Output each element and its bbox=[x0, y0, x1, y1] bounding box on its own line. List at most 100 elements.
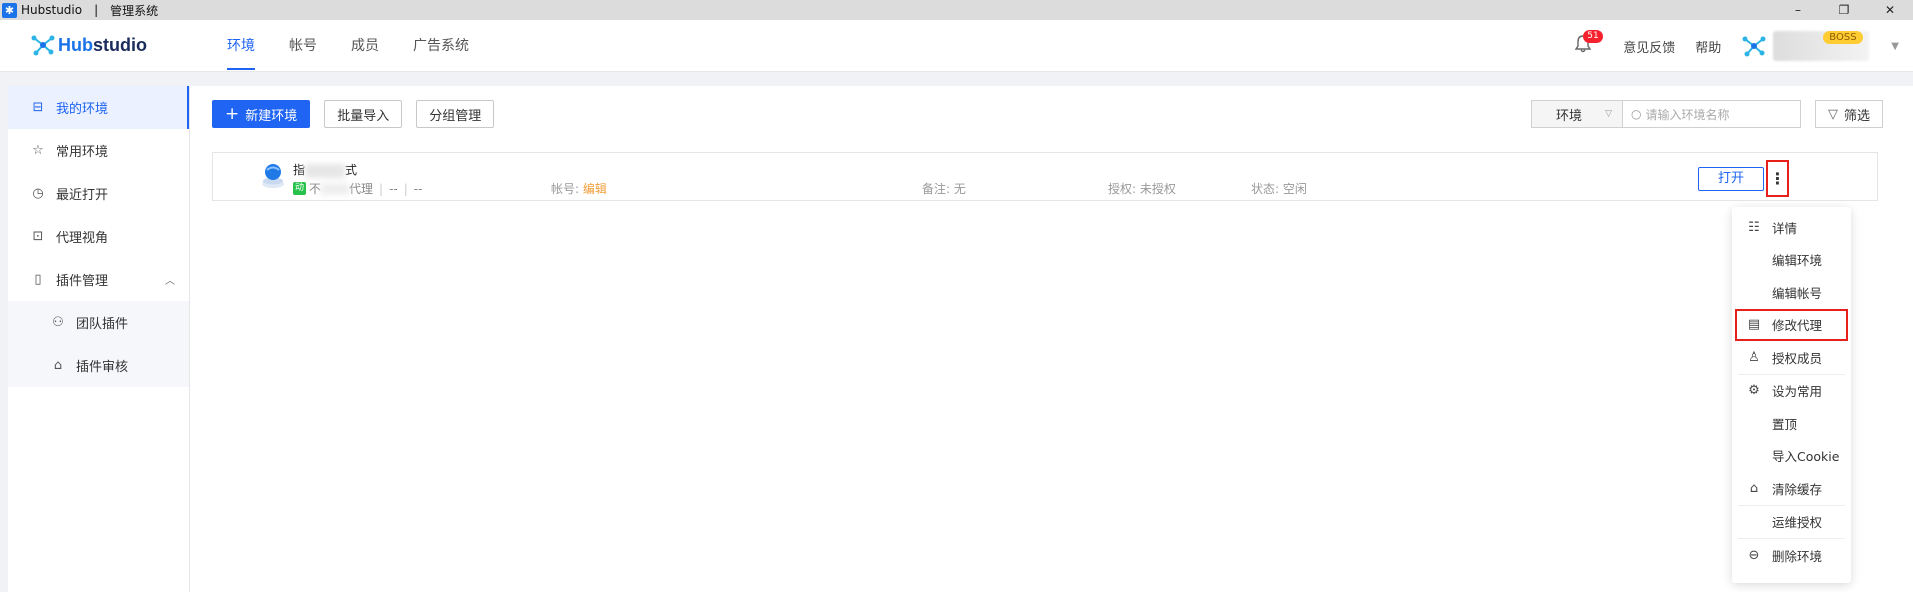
plugin-icon: ▯ bbox=[34, 272, 42, 287]
sidebar: ⊟ 我的环境 ☆ 常用环境 ◷ 最近打开 ⊡ 代理视角 ▯ 插件管理 ︿ ⚇ 团… bbox=[8, 86, 189, 592]
env-proxy-info: 动 不 代理 | -- | -- bbox=[293, 180, 422, 197]
menu-item-label: 编辑帐号 bbox=[1772, 285, 1823, 301]
env-name-prefix: 指 bbox=[293, 163, 306, 177]
env-list-row[interactable]: 指式 动 不 代理 | -- | -- 帐号: 编辑 备注: 无 授权: 未授权… bbox=[212, 152, 1878, 201]
menu-item-ops-auth[interactable]: 运维授权 bbox=[1732, 506, 1851, 539]
window-app-name: Hubstudio bbox=[21, 3, 83, 17]
notification-bell-icon[interactable]: 51 bbox=[1573, 30, 1603, 58]
account-edit-link[interactable]: 编辑 bbox=[583, 182, 607, 196]
sidebar-submenu-plugins: ⚇ 团队插件 ⌂ 插件审核 bbox=[8, 301, 189, 387]
menu-item-label: 编辑环境 bbox=[1772, 253, 1823, 269]
funnel-icon: ▽ bbox=[1827, 106, 1838, 122]
window-subtitle: 管理系统 bbox=[110, 3, 159, 18]
user-icon: ♙ bbox=[1748, 349, 1760, 365]
sidebar-item-team-plugins[interactable]: ⚇ 团队插件 bbox=[8, 301, 189, 344]
menu-item-label: 运维授权 bbox=[1772, 515, 1823, 531]
user-menu-caret-icon[interactable]: ▼ bbox=[1891, 41, 1899, 52]
user-profile[interactable]: BOSS bbox=[1773, 29, 1873, 63]
main-tabs: 环境 帐号 成员 广告系统 bbox=[210, 20, 486, 72]
proxy-ip: -- bbox=[389, 181, 398, 196]
clock-icon: ◷ bbox=[32, 186, 44, 201]
more-actions-button[interactable]: ⋮ bbox=[1766, 160, 1789, 197]
group-manage-button[interactable]: 分组管理 bbox=[416, 100, 495, 128]
sidebar-item-label: 插件管理 bbox=[56, 274, 109, 289]
logo-mark-icon bbox=[30, 33, 56, 57]
hubstudio-logo[interactable]: Hub studio bbox=[30, 33, 147, 57]
close-button[interactable]: ✕ bbox=[1867, 0, 1913, 20]
help-link[interactable]: 帮助 bbox=[1695, 37, 1721, 56]
auth-value: 未授权 bbox=[1139, 182, 1176, 196]
sidebar-item-label: 代理视角 bbox=[56, 231, 109, 246]
window-controls: – ❐ ✕ bbox=[1775, 0, 1913, 20]
menu-item-pin-top[interactable]: 置顶 bbox=[1732, 407, 1851, 440]
search-placeholder: 请输入环境名称 bbox=[1645, 107, 1730, 122]
app-icon: ✱ bbox=[2, 2, 17, 18]
filter-type-value: 环境 bbox=[1555, 108, 1582, 124]
open-env-button[interactable]: 打开 bbox=[1698, 167, 1764, 191]
sidebar-item-recent[interactable]: ◷ 最近打开 bbox=[8, 172, 189, 215]
chevron-down-icon: ▽ bbox=[1605, 109, 1612, 119]
user-avatar-icon[interactable] bbox=[1741, 33, 1767, 59]
sidebar-item-favorite-env[interactable]: ☆ 常用环境 bbox=[8, 129, 189, 172]
search-icon: ○ bbox=[1630, 107, 1642, 121]
menu-item-edit-env[interactable]: 编辑环境 bbox=[1732, 244, 1851, 277]
tab-account[interactable]: 帐号 bbox=[272, 20, 334, 72]
chevron-up-icon: ︿ bbox=[165, 276, 175, 287]
sidebar-item-label: 最近打开 bbox=[56, 188, 109, 203]
menu-item-set-favorite[interactable]: ⚙ 设为常用 bbox=[1732, 375, 1851, 408]
star-icon: ☆ bbox=[32, 143, 44, 158]
env-note-field: 备注: 无 bbox=[922, 180, 966, 197]
sidebar-item-plugins[interactable]: ▯ 插件管理 ︿ bbox=[8, 258, 189, 301]
menu-item-label: 授权成员 bbox=[1772, 350, 1823, 366]
filter-area: 环境 ▽ ○ 请输入环境名称 ▽ 筛选 bbox=[1530, 100, 1883, 128]
new-env-button[interactable]: + 新建环境 bbox=[212, 100, 311, 128]
tab-members[interactable]: 成员 bbox=[334, 20, 396, 72]
status-label: 状态: bbox=[1251, 182, 1280, 196]
feedback-link[interactable]: 意见反馈 bbox=[1623, 37, 1675, 56]
env-browser-icon bbox=[261, 163, 285, 189]
sidebar-item-label: 常用环境 bbox=[56, 145, 109, 160]
menu-item-edit-proxy[interactable]: ▤ 修改代理 bbox=[1735, 308, 1848, 341]
divider: | bbox=[403, 181, 408, 196]
menu-item-delete-env[interactable]: ⊖ 删除环境 bbox=[1732, 539, 1851, 572]
tab-environment[interactable]: 环境 bbox=[210, 20, 272, 72]
main-content: + 新建环境 批量导入 分组管理 环境 ▽ ○ 请输入环境名称 ▽ 筛选 指 式… bbox=[189, 86, 1913, 592]
proxy-location: -- bbox=[413, 181, 423, 196]
detail-icon: ☷ bbox=[1748, 219, 1760, 235]
settings-icon: ⚙ bbox=[1748, 383, 1760, 399]
sidebar-item-my-env[interactable]: ⊟ 我的环境 bbox=[8, 86, 189, 129]
proxy-suffix: 代理 bbox=[349, 182, 374, 196]
filter-type-select[interactable]: 环境 ▽ bbox=[1530, 100, 1622, 128]
batch-import-button[interactable]: 批量导入 bbox=[324, 100, 403, 128]
menu-item-label: 删除环境 bbox=[1772, 548, 1823, 564]
menu-item-auth-members[interactable]: ♙ 授权成员 bbox=[1732, 341, 1851, 374]
menu-item-clear-cache[interactable]: ⌂ 清除缓存 bbox=[1732, 472, 1851, 505]
notification-count-badge: 51 bbox=[1583, 30, 1603, 43]
tab-ad-system[interactable]: 广告系统 bbox=[396, 20, 486, 72]
env-account-field: 帐号: 编辑 bbox=[551, 180, 607, 197]
filter-button[interactable]: ▽ 筛选 bbox=[1814, 100, 1883, 128]
sidebar-item-label: 团队插件 bbox=[76, 317, 129, 332]
user-role-badge: BOSS bbox=[1823, 31, 1863, 44]
proxy-view-icon: ⊡ bbox=[32, 229, 44, 244]
proxy-blurred bbox=[321, 182, 350, 195]
search-input[interactable]: ○ 请输入环境名称 bbox=[1621, 100, 1801, 128]
note-label: 备注: bbox=[922, 182, 951, 196]
menu-item-detail[interactable]: ☷ 详情 bbox=[1732, 211, 1851, 244]
logo-text-studio: studio bbox=[93, 34, 147, 55]
sidebar-item-label: 我的环境 bbox=[56, 102, 109, 117]
menu-item-import-cookie[interactable]: 导入Cookie bbox=[1732, 440, 1851, 473]
minimize-button[interactable]: – bbox=[1775, 0, 1821, 20]
top-navigation: Hub studio 环境 帐号 成员 广告系统 51 意见反馈 帮助 BOSS… bbox=[0, 20, 1913, 72]
env-status-field: 状态: 空闲 bbox=[1251, 180, 1307, 197]
env-actions-dropdown: ☷ 详情 编辑环境 编辑帐号 ▤ 修改代理 ♙ 授权成员 ⚙ 设为常用 置顶 导… bbox=[1732, 207, 1851, 583]
restore-button[interactable]: ❐ bbox=[1821, 0, 1867, 20]
menu-item-edit-account[interactable]: 编辑帐号 bbox=[1732, 276, 1851, 309]
menu-item-label: 修改代理 bbox=[1772, 318, 1823, 334]
env-name[interactable]: 指式 bbox=[293, 161, 357, 178]
sidebar-item-proxy-view[interactable]: ⊡ 代理视角 bbox=[8, 215, 189, 258]
monitor-icon: ⊟ bbox=[32, 100, 44, 115]
menu-item-label: 置顶 bbox=[1772, 416, 1798, 432]
sidebar-item-plugin-review[interactable]: ⌂ 插件审核 bbox=[8, 344, 189, 387]
menu-item-label: 清除缓存 bbox=[1772, 481, 1823, 497]
